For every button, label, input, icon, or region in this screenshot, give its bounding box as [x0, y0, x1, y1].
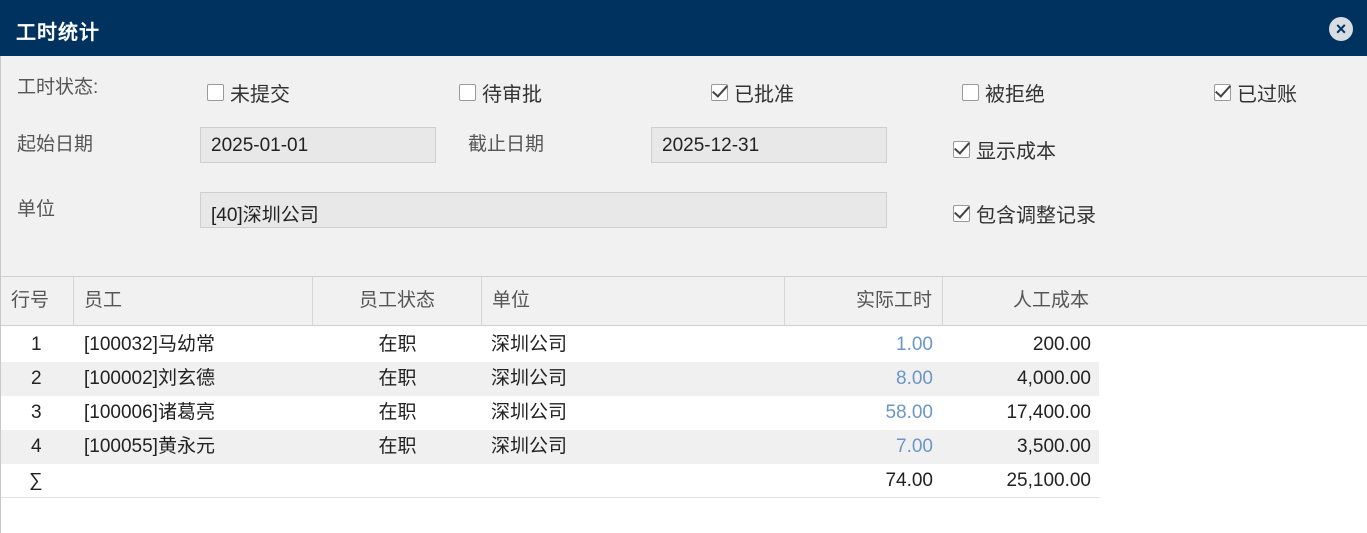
window-title: 工时统计: [16, 22, 100, 44]
checkbox-box: [953, 141, 970, 158]
total-row: ∑ 74.00 25,100.00: [1, 464, 1099, 498]
end-date-input[interactable]: 2025-12-31: [651, 127, 887, 163]
checkbox-box: [207, 84, 224, 101]
checkbox-label: 待审批: [482, 84, 542, 106]
status-unsubmitted-checkbox[interactable]: 未提交: [207, 78, 290, 107]
status-posted-checkbox[interactable]: 已过账: [1214, 78, 1297, 107]
status-rejected-checkbox[interactable]: 被拒绝: [962, 78, 1045, 107]
cell-row-no: 1: [31, 334, 42, 355]
checkbox-box: [1214, 84, 1231, 101]
cell-row-no: 4: [31, 436, 42, 457]
unit-input[interactable]: [40]深圳公司: [200, 192, 887, 228]
sum-icon: ∑: [29, 470, 43, 491]
cell-unit: 深圳公司: [491, 368, 568, 389]
cell-cost: 3,500.00: [1017, 436, 1091, 457]
include-adjustments-checkbox[interactable]: 包含调整记录: [953, 199, 1096, 228]
table-row[interactable]: 1 [100032]马幼常 在职 深圳公司 1.00 200.00: [1, 328, 1099, 362]
status-pending-checkbox[interactable]: 待审批: [459, 78, 542, 107]
header-actual-hours[interactable]: 实际工时: [785, 277, 943, 325]
cell-employee: [100006]诸葛亮: [84, 402, 215, 423]
header-row-no[interactable]: 行号: [1, 277, 74, 325]
cell-employee: [100055]黄永元: [84, 436, 215, 457]
start-date-input[interactable]: 2025-01-01: [200, 127, 436, 163]
total-hours: 74.00: [885, 470, 933, 491]
checkbox-box: [459, 84, 476, 101]
cell-cost: 4,000.00: [1017, 368, 1091, 389]
checkbox-label: 未提交: [230, 84, 290, 106]
table-header: 行号 员工 员工状态 单位 实际工时 人工成本: [1, 276, 1367, 326]
checkbox-label: 包含调整记录: [976, 205, 1096, 227]
cell-hours-link[interactable]: 8.00: [785, 362, 933, 396]
cell-unit: 深圳公司: [491, 402, 568, 423]
checkbox-box: [962, 84, 979, 101]
checkbox-label: 显示成本: [976, 141, 1056, 163]
cell-cost: 17,400.00: [1006, 402, 1091, 423]
cell-unit: 深圳公司: [491, 334, 568, 355]
header-employee[interactable]: 员工: [74, 277, 313, 325]
start-date-label: 起始日期: [17, 134, 94, 155]
status-label: 工时状态:: [17, 77, 99, 98]
checkbox-label: 已过账: [1237, 84, 1297, 106]
cell-hours-link[interactable]: 7.00: [785, 430, 933, 464]
checkbox-box: [711, 84, 728, 101]
cell-status: 在职: [378, 334, 417, 355]
cell-employee: [100002]刘玄德: [84, 368, 215, 389]
checkbox-box: [953, 205, 970, 222]
cell-row-no: 3: [31, 402, 42, 423]
cell-unit: 深圳公司: [491, 436, 568, 457]
close-icon[interactable]: ×: [1329, 17, 1353, 41]
filter-panel: 工时状态: 未提交 待审批 已批准 被拒绝 已过账 起始日期 2025-01-0…: [0, 56, 1367, 276]
show-cost-checkbox[interactable]: 显示成本: [953, 135, 1056, 164]
header-labor-cost[interactable]: 人工成本: [943, 277, 1099, 325]
table-row[interactable]: 2 [100002]刘玄德 在职 深圳公司 8.00 4,000.00: [1, 362, 1099, 396]
cell-hours-link[interactable]: 58.00: [785, 396, 933, 430]
total-cost: 25,100.00: [1006, 470, 1091, 491]
cell-cost: 200.00: [1032, 334, 1091, 355]
cell-status: 在职: [378, 368, 417, 389]
cell-employee: [100032]马幼常: [84, 334, 215, 355]
results-table: 行号 员工 员工状态 单位 实际工时 人工成本 1 [100032]马幼常 在职…: [0, 276, 1367, 533]
cell-status: 在职: [378, 402, 417, 423]
checkbox-label: 已批准: [734, 84, 794, 106]
cell-row-no: 2: [31, 368, 42, 389]
checkbox-label: 被拒绝: [985, 84, 1045, 106]
unit-label: 单位: [17, 199, 56, 220]
header-employee-status[interactable]: 员工状态: [313, 277, 482, 325]
status-approved-checkbox[interactable]: 已批准: [711, 78, 794, 107]
header-unit[interactable]: 单位: [482, 277, 785, 325]
table-row[interactable]: 4 [100055]黄永元 在职 深圳公司 7.00 3,500.00: [1, 430, 1099, 464]
end-date-label: 截止日期: [468, 134, 545, 155]
cell-hours-link[interactable]: 1.00: [785, 328, 933, 362]
cell-status: 在职: [378, 436, 417, 457]
table-row[interactable]: 3 [100006]诸葛亮 在职 深圳公司 58.00 17,400.00: [1, 396, 1099, 430]
title-bar: 工时统计 ×: [0, 0, 1367, 56]
